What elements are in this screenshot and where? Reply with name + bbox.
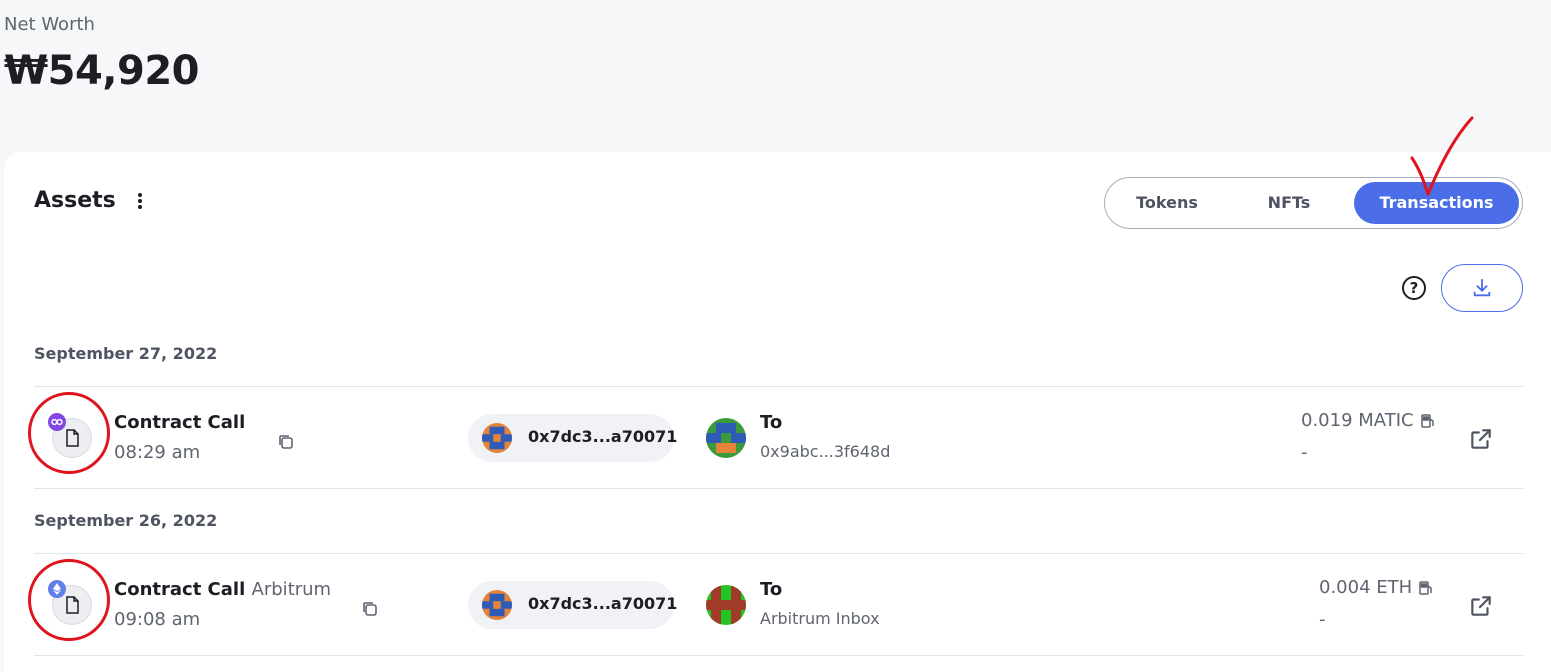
to-label: To — [760, 412, 783, 433]
kebab-vertical-icon[interactable] — [132, 190, 148, 212]
avatar — [706, 418, 746, 458]
transaction-amount-sub: - — [1301, 442, 1308, 463]
transaction-type: Contract Call — [114, 412, 246, 433]
copy-icon[interactable] — [276, 432, 296, 452]
date-header: September 26, 2022 — [34, 511, 218, 530]
transaction-time: 08:29 am — [114, 442, 201, 463]
from-address: 0x7dc3...a70071 — [528, 594, 678, 613]
from-address-pill[interactable]: 0x7dc3...a70071 — [468, 581, 678, 629]
net-worth-label: Net Worth — [4, 14, 95, 35]
to-label: To — [760, 579, 783, 600]
transaction-amount: 0.019 MATIC — [1301, 410, 1436, 431]
assets-title: Assets — [34, 188, 116, 213]
transaction-row[interactable]: Contract Call 08:29 am 0x7dc3...a70071 T… — [4, 388, 1544, 488]
external-link-icon[interactable] — [1468, 426, 1494, 452]
transaction-row[interactable]: Contract Call Arbitrum 09:08 am 0x7dc3..… — [4, 555, 1544, 655]
question-circle-icon[interactable]: ? — [1402, 276, 1426, 300]
divider — [34, 488, 1524, 489]
divider — [34, 553, 1524, 554]
avatar — [482, 590, 512, 620]
tab-tokens[interactable]: Tokens — [1113, 182, 1221, 224]
divider — [34, 655, 1524, 656]
from-address: 0x7dc3...a70071 — [528, 427, 678, 446]
asset-tabs: Tokens NFTs Transactions — [1104, 177, 1523, 229]
transaction-amount: 0.004 ETH — [1319, 577, 1434, 598]
transaction-type: Contract Call Arbitrum — [114, 579, 332, 600]
copy-icon[interactable] — [360, 599, 380, 619]
from-address-pill[interactable]: 0x7dc3...a70071 — [468, 414, 678, 462]
net-worth-value: ₩54,920 — [4, 48, 199, 94]
to-address: 0x9abc...3f648d — [760, 442, 891, 461]
external-link-icon[interactable] — [1468, 593, 1494, 619]
to-address: Arbitrum Inbox — [760, 609, 880, 628]
annotation-circle — [28, 392, 110, 474]
divider — [34, 386, 1524, 387]
download-icon — [1473, 278, 1491, 297]
avatar — [706, 585, 746, 625]
annotation-circle — [28, 559, 110, 641]
avatar — [482, 423, 512, 453]
gas-pump-icon — [1420, 413, 1434, 428]
download-button[interactable] — [1441, 264, 1523, 312]
tab-nfts[interactable]: NFTs — [1235, 182, 1343, 224]
transaction-amount-sub: - — [1319, 609, 1326, 630]
gas-pump-icon — [1419, 580, 1432, 595]
transaction-time: 09:08 am — [114, 609, 201, 630]
date-header: September 27, 2022 — [34, 344, 218, 363]
tab-transactions[interactable]: Transactions — [1354, 182, 1519, 224]
assets-panel: Assets Tokens NFTs Transactions ? Septem… — [4, 152, 1551, 672]
